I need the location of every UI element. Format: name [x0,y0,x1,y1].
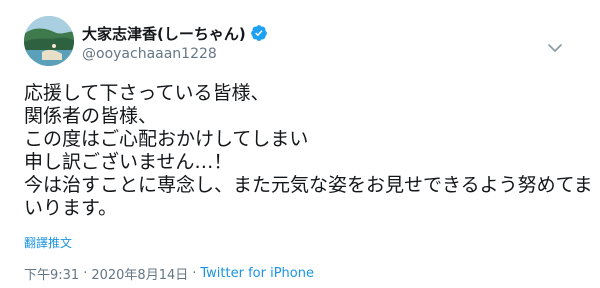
meta-separator: · [192,266,197,281]
translate-tweet-link[interactable]: 翻譯推文 [24,234,72,251]
tweet-card: 大家志津香(しーちゃん) @ooyachaaan1228 応援して下さっている皆… [0,0,600,288]
verified-badge-icon [250,24,268,42]
avatar-image [24,16,74,66]
tweet-metadata: 下午9:31 · 2020年8月14日 · Twitter for iPhone [24,264,314,283]
more-options-button[interactable] [545,40,565,56]
display-name[interactable]: 大家志津香(しーちゃん) [82,23,246,44]
tweet-text-line: いります。 [24,197,118,219]
name-row: 大家志津香(しーちゃん) [82,22,268,44]
tweet-text-line: 今は治すことに専念し、また元気な姿をお見せできるよう努めてま [24,174,593,196]
tweet-source-link[interactable]: Twitter for iPhone [200,266,314,281]
meta-separator: · [83,266,88,281]
tweet-date[interactable]: 2020年8月14日 [91,264,188,283]
avatar[interactable] [24,16,74,66]
chevron-down-icon [548,43,562,52]
tweet-text-line: 応援して下さっている皆様、 [24,82,270,104]
tweet-text: 応援して下さっている皆様、 関係者の皆様、 この度はご心配おかけしてしまい 申し… [24,82,593,220]
tweet-text-line: 関係者の皆様、 [24,105,158,127]
tweet-text-line: 申し訳ございません…！ [24,151,233,173]
tweet-text-line: この度はご心配おかけしてしまい [24,128,309,150]
tweet-time[interactable]: 下午9:31 [24,264,79,283]
user-handle[interactable]: @ooyachaaan1228 [82,46,217,62]
